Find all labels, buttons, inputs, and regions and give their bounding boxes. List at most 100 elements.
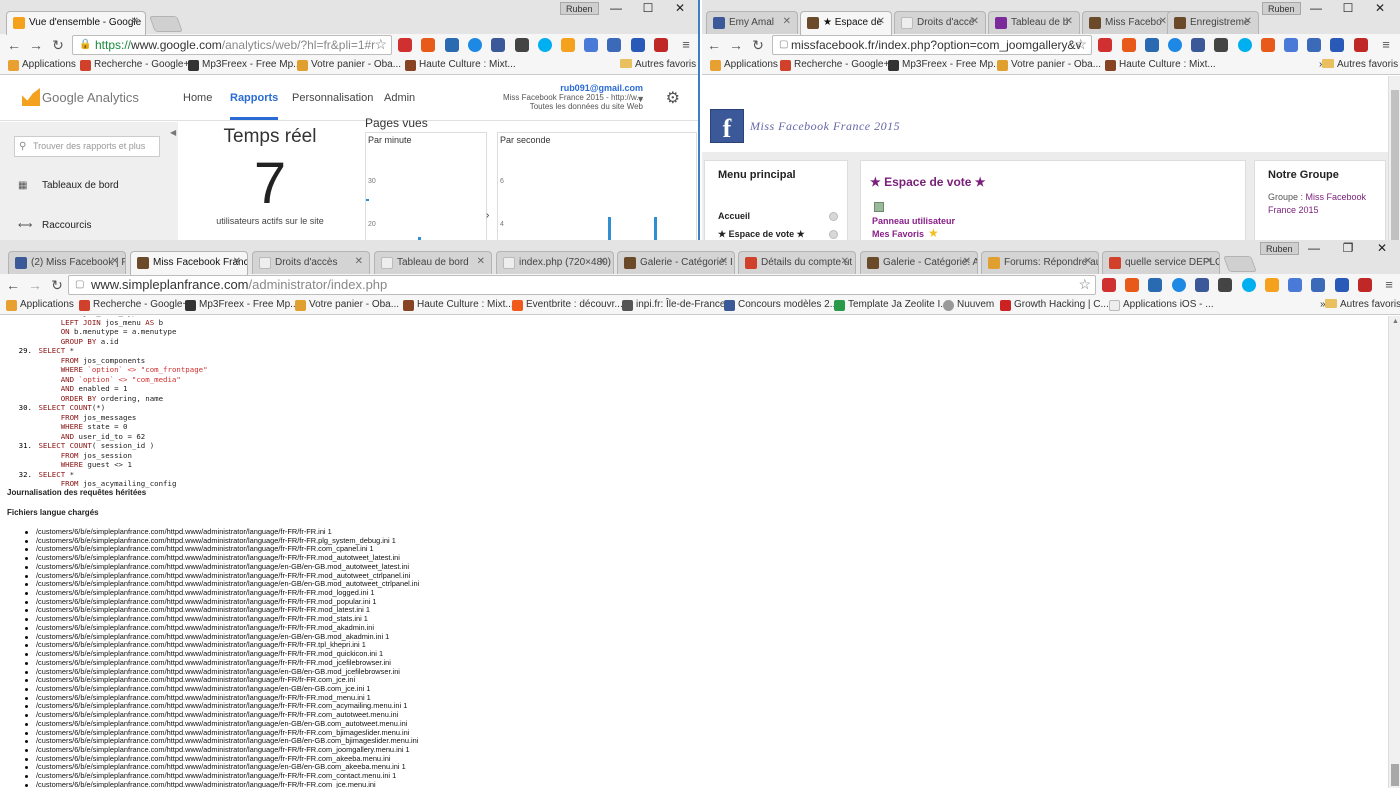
menu-icon[interactable]: ≡ <box>1380 276 1398 294</box>
extension-icon[interactable] <box>1330 38 1344 52</box>
address-bar[interactable]: ▢ www.simpleplanfrance.com/administrator… <box>68 275 1096 295</box>
nav-admin[interactable]: Admin <box>384 92 415 104</box>
bookmark-item[interactable]: Growth Hacking | C... <box>1000 299 1109 311</box>
profile-badge[interactable]: Ruben <box>1262 2 1301 15</box>
extension-icon[interactable] <box>1311 278 1325 292</box>
bookmark-item[interactable]: Recherche - Google+ <box>780 59 889 71</box>
bookmark-item[interactable]: Haute Culture : Mixt... <box>403 299 514 311</box>
close-window-icon[interactable]: ✕ <box>664 0 696 18</box>
extension-icon[interactable] <box>398 38 412 52</box>
bookmark-item[interactable]: inpi.fr: Île-de-France <box>622 299 725 311</box>
bookmark-item[interactable]: Recherche - Google+ <box>79 299 188 311</box>
page-scrollbar[interactable] <box>1388 76 1400 242</box>
tab-espace-vote[interactable]: ★ Espace de ✕ <box>800 11 892 35</box>
analytics-icon[interactable] <box>561 38 575 52</box>
extension-icon[interactable] <box>515 38 529 52</box>
close-window-icon[interactable]: ✕ <box>1364 0 1396 18</box>
close-tab-icon[interactable]: ✕ <box>1244 16 1252 27</box>
other-bookmarks[interactable]: Autres favoris <box>1325 299 1400 310</box>
facebook-icon[interactable] <box>491 38 505 52</box>
messenger-icon[interactable] <box>468 38 482 52</box>
nav-personnalisation[interactable]: Personnalisation <box>292 92 373 104</box>
bookmark-item[interactable]: Mp3Freex - Free Mp... <box>185 299 298 311</box>
messenger-icon[interactable] <box>1168 38 1182 52</box>
bookmark-item[interactable]: Eventbrite : découvr... <box>512 299 623 311</box>
extension-icon[interactable] <box>1335 278 1349 292</box>
close-window-icon[interactable]: ✕ <box>1366 240 1398 258</box>
extension-icon[interactable] <box>421 38 435 52</box>
bookmark-item[interactable]: Nuuvem <box>943 299 994 311</box>
extension-icon[interactable] <box>607 38 621 52</box>
close-tab-icon[interactable]: ✕ <box>111 256 119 267</box>
facebook-icon[interactable] <box>1195 278 1209 292</box>
maximize-icon[interactable]: ☐ <box>632 0 664 18</box>
tab-galerie-2[interactable]: Galerie - Catégorie: A ✕ <box>860 251 978 274</box>
translate-icon[interactable] <box>1284 38 1298 52</box>
bookmark-item[interactable]: Votre panier - Oba... <box>997 59 1101 71</box>
translate-icon[interactable] <box>584 38 598 52</box>
menu-icon[interactable]: ≡ <box>1377 36 1395 54</box>
scrollbar-thumb[interactable] <box>1391 90 1399 240</box>
collapse-sidebar-icon[interactable]: ◀ <box>170 128 176 137</box>
address-bar[interactable]: 🔒 https://www.google.com/analytics/web/?… <box>72 35 392 55</box>
account-selector[interactable]: rub091@gmail.com Miss Facebook France 20… <box>503 84 643 112</box>
minimize-icon[interactable]: — <box>600 0 632 18</box>
skype-icon[interactable] <box>1242 278 1256 292</box>
analytics-icon[interactable] <box>1265 278 1279 292</box>
scrollbar-thumb[interactable] <box>1391 764 1399 786</box>
tab-droits-acces[interactable]: Droits d'accè ✕ <box>894 11 986 34</box>
reload-icon[interactable]: ↻ <box>749 36 767 54</box>
close-tab-icon[interactable]: ✕ <box>841 256 849 267</box>
favorites-link[interactable]: Mes Favoris <box>872 229 924 239</box>
forward-arrow-icon[interactable]: → <box>727 36 745 54</box>
bookmark-star-icon[interactable]: ☆ <box>1074 36 1087 53</box>
extension-icon[interactable] <box>1218 278 1232 292</box>
bookmark-item[interactable]: Applications <box>6 299 74 311</box>
extension-icon[interactable] <box>631 38 645 52</box>
reload-icon[interactable]: ↻ <box>49 36 67 54</box>
bookmark-item[interactable]: Haute Culture : Mixt... <box>1105 59 1216 71</box>
restore-icon[interactable]: ❐ <box>1332 240 1364 258</box>
extension-icon[interactable] <box>1102 278 1116 292</box>
extension-icon[interactable] <box>1214 38 1228 52</box>
tab-tableau-bord[interactable]: Tableau de bord ✕ <box>374 251 492 274</box>
nav-home[interactable]: Home <box>183 92 212 104</box>
minimize-icon[interactable]: — <box>1298 240 1330 258</box>
menu-item-espace-vote[interactable]: ★ Espace de vote ★ <box>718 229 805 240</box>
bookmark-item[interactable]: Mp3Freex - Free Mp... <box>888 59 1001 71</box>
gear-icon[interactable]: ⚙ <box>666 88 680 108</box>
bookmark-item[interactable]: Applications <box>8 59 76 71</box>
tab-details-compte[interactable]: Détails du compte ut ✕ <box>738 251 856 274</box>
menu-icon[interactable]: ≡ <box>677 36 695 54</box>
extension-icon[interactable] <box>1261 38 1275 52</box>
extension-icon[interactable] <box>445 38 459 52</box>
forward-arrow-icon[interactable]: → <box>26 276 44 294</box>
extension-icon[interactable] <box>1307 38 1321 52</box>
address-bar[interactable]: ▢ missfacebook.fr/index.php?option=com_j… <box>772 35 1092 55</box>
tab-droits-acces[interactable]: Droits d'accès ✕ <box>252 251 370 274</box>
bookmark-item[interactable]: Concours modèles 2... <box>724 299 838 311</box>
tab-miss-facebook-france[interactable]: Miss Facebook Franc ✕ <box>130 251 248 275</box>
chevron-more-icon[interactable]: » <box>1306 299 1326 310</box>
back-arrow-icon[interactable]: ← <box>5 36 23 54</box>
new-tab-button[interactable] <box>149 16 183 32</box>
bookmark-item[interactable]: Votre panier - Oba... <box>297 59 401 71</box>
bookmark-item[interactable]: Applications <box>710 59 778 71</box>
close-tab-icon[interactable]: ✕ <box>963 256 971 267</box>
skype-icon[interactable] <box>1238 38 1252 52</box>
skype-icon[interactable] <box>538 38 552 52</box>
tab-emy-amal[interactable]: Emy Amal ✕ <box>706 11 798 34</box>
scroll-up-icon[interactable]: ▲ <box>1392 318 1399 325</box>
page-scrollbar[interactable]: ▲ <box>1388 316 1400 788</box>
reload-icon[interactable]: ↻ <box>48 276 66 294</box>
close-tab-icon[interactable]: ✕ <box>1205 256 1213 267</box>
tab-enregistrement[interactable]: Enregistreme ✕ <box>1167 11 1259 34</box>
tab-tableau-bord[interactable]: Tableau de b ✕ <box>988 11 1080 34</box>
bookmark-item[interactable]: Template Ja Zeolite I... <box>834 299 949 311</box>
gmail-counter-icon[interactable] <box>1358 278 1372 292</box>
tab-index-image[interactable]: index.php (720×480) ✕ <box>496 251 614 274</box>
chevron-down-icon[interactable]: ▼ <box>636 94 645 104</box>
back-arrow-icon[interactable]: ← <box>705 36 723 54</box>
close-tab-icon[interactable]: ✕ <box>1159 16 1167 27</box>
bookmark-star-icon[interactable]: ☆ <box>1078 276 1091 293</box>
